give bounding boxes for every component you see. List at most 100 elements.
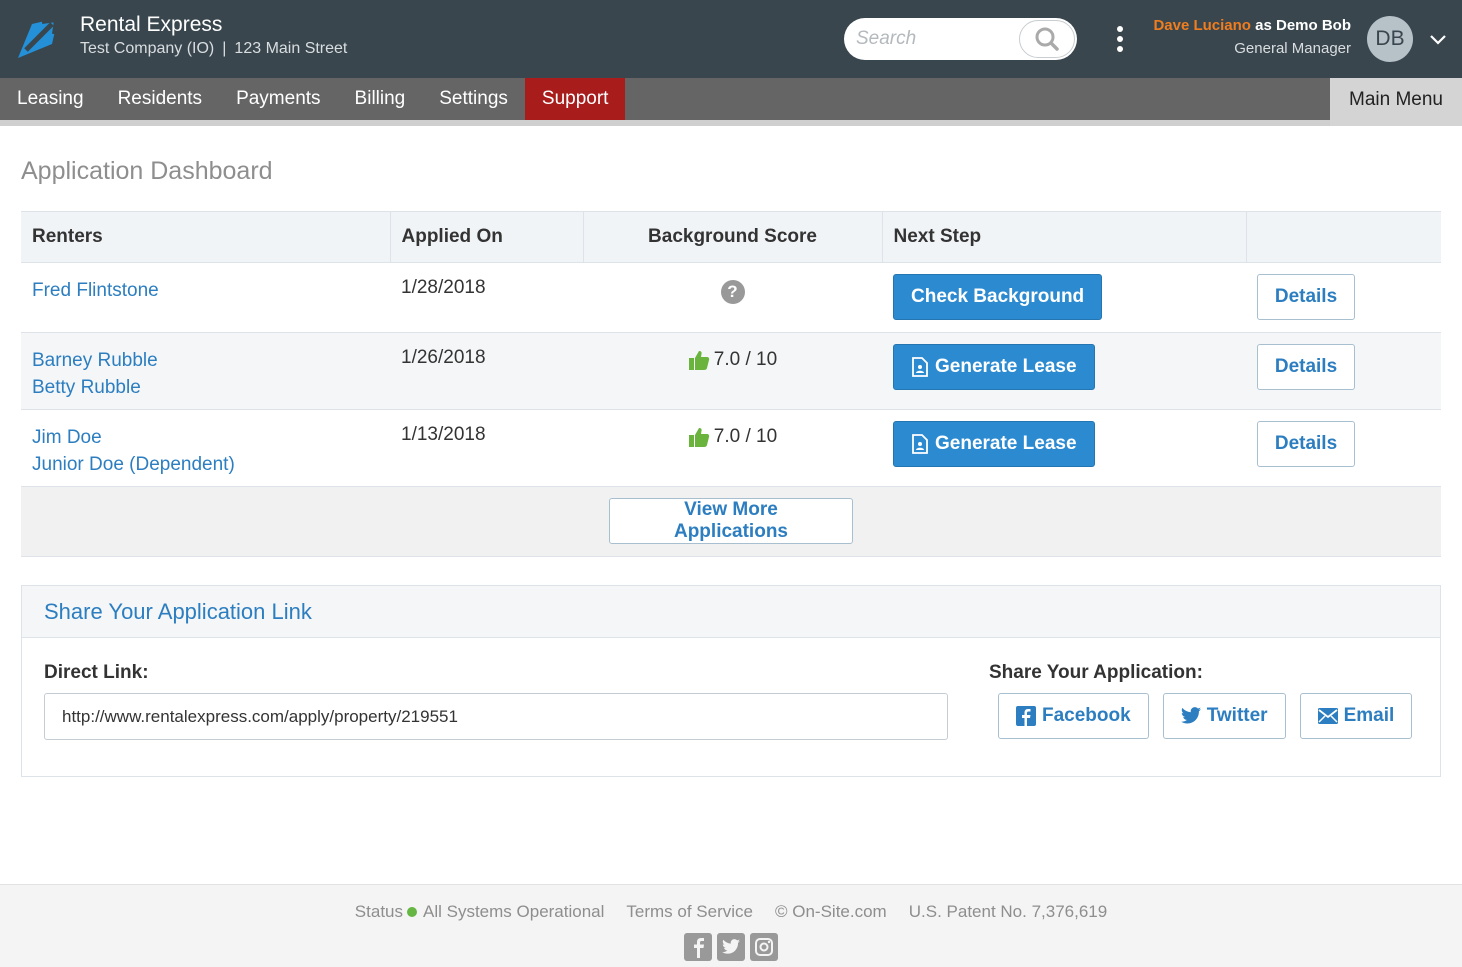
renter-link[interactable]: Barney Rubble	[32, 347, 390, 374]
direct-link-label: Direct Link:	[44, 662, 149, 683]
details-button[interactable]: Details	[1257, 421, 1355, 467]
real-user-name: Dave Luciano	[1153, 17, 1251, 34]
thumbs-up-icon	[688, 428, 709, 447]
button-label: Generate Lease	[935, 356, 1077, 377]
facebook-icon[interactable]	[684, 933, 712, 961]
button-label: Twitter	[1206, 705, 1268, 726]
copyright-link[interactable]: © On-Site.com	[775, 902, 887, 921]
button-label: Facebook	[1042, 705, 1131, 726]
property-breadcrumb[interactable]: Test Company (IO) | 123 Main Street	[80, 40, 347, 58]
background-score-cell: 7.0 / 10	[583, 409, 882, 487]
avatar[interactable]: DB	[1367, 16, 1413, 62]
background-score-cell: 7.0 / 10	[583, 332, 882, 410]
score-value: 7.0 / 10	[688, 426, 777, 448]
main-navigation: Leasing Residents Payments Billing Setti…	[0, 78, 1462, 126]
user-role: General Manager	[1234, 40, 1351, 57]
button-label: Generate Lease	[935, 433, 1077, 454]
company-name: Test Company (IO)	[80, 40, 215, 57]
generate-lease-button[interactable]: Generate Lease	[893, 344, 1095, 390]
twitter-icon[interactable]	[717, 933, 745, 961]
details-button[interactable]: Details	[1257, 274, 1355, 320]
status-ok-icon	[407, 907, 417, 918]
column-header-actions	[1245, 211, 1441, 263]
score-text: 7.0 / 10	[713, 426, 778, 447]
document-icon	[912, 357, 928, 377]
page-footer: Status All Systems Operational Terms of Se…	[0, 884, 1462, 967]
search-button[interactable]	[1019, 20, 1075, 58]
table-row: Jim Doe Junior Doe (Dependent) 1/13/2018…	[21, 409, 1441, 487]
facebook-icon	[1016, 706, 1036, 726]
patent-text: U.S. Patent No. 7,376,619	[908, 902, 1108, 921]
property-address: 123 Main Street	[234, 40, 348, 57]
generate-lease-button[interactable]: Generate Lease	[893, 421, 1095, 467]
renter-link[interactable]: Fred Flintstone	[32, 277, 390, 304]
share-email-button[interactable]: Email	[1299, 693, 1413, 739]
renters-cell: Barney Rubble Betty Rubble	[21, 332, 390, 410]
details-cell: Details	[1246, 262, 1441, 333]
background-score-cell: ?	[583, 262, 882, 333]
renters-cell: Jim Doe Junior Doe (Dependent)	[21, 409, 390, 487]
renter-link[interactable]: Betty Rubble	[32, 374, 390, 401]
nav-tab-residents[interactable]: Residents	[101, 78, 220, 120]
applied-on-cell: 1/13/2018	[390, 409, 583, 487]
score-text: 7.0 / 10	[713, 349, 778, 370]
renters-cell: Fred Flintstone	[21, 262, 390, 333]
app-title: Rental Express	[80, 13, 223, 36]
terms-of-service-link[interactable]: Terms of Service	[626, 902, 753, 921]
column-header-background-score: Background Score	[582, 211, 882, 263]
user-identity: Dave Luciano as Demo Bob	[1153, 17, 1351, 34]
share-twitter-button[interactable]: Twitter	[1162, 693, 1286, 739]
button-label: Email	[1343, 705, 1395, 726]
page-title: Application Dashboard	[21, 157, 273, 185]
share-buttons: Facebook Twitter Email	[998, 693, 1413, 739]
table-row: Fred Flintstone 1/28/2018 ? Check Backgr…	[21, 262, 1441, 333]
next-step-cell: Check Background	[882, 262, 1246, 333]
rental-express-logo-icon[interactable]	[12, 12, 64, 64]
share-facebook-button[interactable]: Facebook	[998, 693, 1149, 739]
document-icon	[912, 434, 928, 454]
details-cell: Details	[1246, 332, 1441, 410]
renter-link[interactable]: Jim Doe	[32, 424, 390, 451]
applied-on-cell: 1/28/2018	[390, 262, 583, 333]
instagram-icon[interactable]	[750, 933, 778, 961]
table-row: Barney Rubble Betty Rubble 1/26/2018 7.0…	[21, 332, 1441, 410]
status-text[interactable]: All Systems Operational	[423, 902, 604, 921]
thumbs-up-icon	[688, 351, 709, 370]
nav-tab-payments[interactable]: Payments	[219, 78, 337, 120]
button-label: Check Background	[911, 286, 1085, 307]
nav-tab-leasing[interactable]: Leasing	[0, 78, 101, 120]
breadcrumb-separator: |	[222, 40, 227, 57]
twitter-icon	[1180, 707, 1201, 724]
search-box	[844, 18, 1077, 60]
direct-link-input[interactable]	[44, 693, 948, 740]
impersonated-user: as Demo Bob	[1250, 17, 1351, 34]
column-header-renters: Renters	[21, 211, 390, 263]
details-button[interactable]: Details	[1257, 344, 1355, 390]
envelope-icon	[1317, 708, 1338, 724]
search-input[interactable]	[856, 26, 1016, 52]
social-links	[684, 933, 778, 961]
check-background-button[interactable]: Check Background	[893, 274, 1103, 320]
applied-on-cell: 1/26/2018	[390, 332, 583, 410]
chevron-down-icon[interactable]	[1428, 30, 1448, 50]
next-step-cell: Generate Lease	[882, 332, 1246, 410]
table-header-row: Renters Applied On Background Score Next…	[21, 211, 1441, 263]
main-menu-button[interactable]: Main Menu	[1330, 78, 1462, 126]
column-header-applied-on: Applied On	[389, 211, 583, 263]
question-mark-icon[interactable]: ?	[720, 280, 745, 304]
view-more-bar: View More Applications	[21, 487, 1441, 557]
status-label[interactable]: Status	[355, 902, 403, 921]
search-icon	[1035, 27, 1059, 51]
more-options-icon[interactable]	[1110, 24, 1130, 54]
top-header: Rental Express Test Company (IO) | 123 Mai…	[0, 0, 1462, 78]
view-more-applications-button[interactable]: View More Applications	[609, 498, 853, 544]
details-cell: Details	[1246, 409, 1441, 487]
renter-link[interactable]: Junior Doe (Dependent)	[32, 451, 390, 478]
score-value: 7.0 / 10	[688, 349, 777, 371]
column-header-next-step: Next Step	[881, 211, 1246, 263]
nav-tab-billing[interactable]: Billing	[338, 78, 423, 120]
nav-tab-support[interactable]: Support	[524, 78, 626, 120]
share-application-label: Share Your Application:	[989, 662, 1203, 683]
next-step-cell: Generate Lease	[882, 409, 1246, 487]
nav-tab-settings[interactable]: Settings	[422, 78, 525, 120]
